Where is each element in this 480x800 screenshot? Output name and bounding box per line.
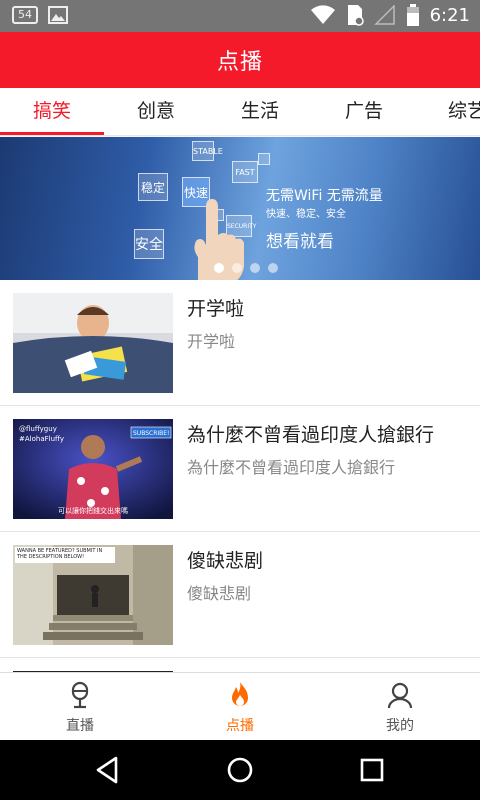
sim-card-icon [347,5,364,26]
thumb-caption: WANNA BE FEATURED? SUBMIT IN THE DESCRIP… [17,548,103,560]
category-tabs: 搞笑 创意 生活 广告 综艺 [0,88,480,136]
page-dot[interactable] [232,263,242,273]
status-bar: 54 6:21 [0,0,480,32]
page-title: 点播 [216,50,263,75]
recent-apps-icon[interactable] [356,754,388,786]
banner-chip: FAST [232,161,258,183]
person-icon [387,682,413,709]
page-dot[interactable] [214,263,224,273]
banner-subline: 快速、稳定、安全 [266,209,346,220]
thumb-caption: 可以讓你把錢交出來嗎 [58,506,128,515]
nav-label: 点播 [226,718,254,734]
nav-label: 我的 [386,718,414,734]
home-icon[interactable] [224,754,256,786]
list-item[interactable] [0,658,480,672]
list-item[interactable]: WANNA BE FEATURED? SUBMIT IN THE DESCRIP… [0,532,480,658]
tab-ads[interactable]: 广告 [312,88,416,135]
microphone-icon [71,681,89,709]
back-icon[interactable] [92,754,124,786]
thumb-handle: @fluffyguy [19,425,57,433]
tab-funny[interactable]: 搞笑 [0,88,104,135]
banner-chip: 安全 [134,229,164,259]
tab-label: 广告 [344,100,383,122]
video-list: 开学啦 开学啦 @fluffyguy #AlohaFluffy SUBSCRIB… [0,280,480,672]
page-dot[interactable] [250,263,260,273]
tab-label: 创意 [136,100,175,122]
wifi-icon [310,5,335,25]
active-tab-indicator [0,132,104,135]
video-thumbnail [13,293,173,393]
tab-label: 搞笑 [32,100,71,122]
tab-variety[interactable]: 综艺 [416,88,480,135]
tab-label: 综艺 [448,100,480,122]
banner-chip [258,153,270,165]
video-title: 开学啦 [187,298,245,320]
banner-slogan: 想看就看 [266,232,334,252]
banner-page-indicator [214,263,278,273]
bottom-navigation: 直播 点播 我的 [0,672,480,740]
nav-live[interactable]: 直播 [0,673,160,741]
tab-life[interactable]: 生活 [208,88,312,135]
promo-banner[interactable]: 稳定 快速 安全 STABLE FAST SECURITY 无需WiFi 无需流… [0,137,480,280]
video-subtitle: 开学啦 [187,332,236,351]
notification-count-badge: 54 [12,6,38,24]
video-thumbnail: @fluffyguy #AlohaFluffy SUBSCRIBE! 可以讓你把… [13,419,173,519]
video-thumbnail: WANNA BE FEATURED? SUBMIT IN THE DESCRIP… [13,545,173,645]
video-subtitle: 傻缺悲剧 [187,584,252,603]
flame-icon [232,682,248,706]
tab-label: 生活 [240,100,279,122]
banner-chip: STABLE [192,141,223,161]
thumb-subscribe: SUBSCRIBE! [133,430,169,437]
banner-chip: 稳定 [138,173,168,201]
clock: 6:21 [429,4,470,26]
video-title: 為什麼不曾看過印度人搶銀行 [187,424,435,446]
video-subtitle: 為什麼不曾看過印度人搶銀行 [187,458,396,477]
tab-creative[interactable]: 创意 [104,88,208,135]
battery-icon [406,4,419,26]
image-notification-icon [48,6,68,24]
nav-label: 直播 [66,718,94,734]
system-navigation-bar [0,740,480,800]
cell-signal-icon [373,5,395,25]
list-item[interactable]: @fluffyguy #AlohaFluffy SUBSCRIBE! 可以讓你把… [0,406,480,532]
thumb-hashtag: #AlohaFluffy [19,435,64,443]
video-title: 傻缺悲剧 [187,550,264,572]
banner-headline: 无需WiFi 无需流量 [266,188,383,204]
app-bar: 点播 [0,32,480,88]
list-item[interactable]: 开学啦 开学啦 [0,280,480,406]
nav-vod[interactable]: 点播 [160,673,320,741]
nav-profile[interactable]: 我的 [320,673,480,741]
page-dot[interactable] [268,263,278,273]
